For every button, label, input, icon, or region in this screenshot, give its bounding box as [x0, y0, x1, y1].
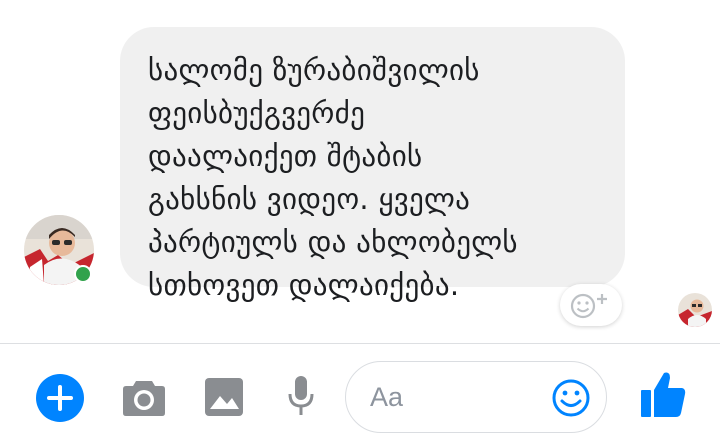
- message-input[interactable]: Aa: [345, 361, 607, 433]
- input-placeholder: Aa: [370, 382, 404, 412]
- message-bubble[interactable]: სალომე ზურაბიშვილის ფეისბუქგვერძე დაალაი…: [120, 27, 625, 302]
- image-icon: [205, 378, 243, 416]
- gallery-button[interactable]: [204, 377, 244, 417]
- add-reaction-icon: [570, 293, 607, 319]
- plus-circle-icon: [36, 374, 84, 422]
- thumbs-up-icon: [641, 372, 686, 417]
- microphone-icon: [288, 376, 314, 415]
- add-reaction-button[interactable]: [560, 284, 622, 326]
- message-composer: Aa: [0, 344, 720, 447]
- online-status-indicator: [74, 265, 92, 283]
- smiley-icon: [552, 379, 590, 417]
- add-button[interactable]: [36, 374, 84, 422]
- seen-receipt-avatar: [678, 293, 712, 327]
- conversation-area: სალომე ზურაბიშვილის ფეისბუქგვერძე დაალაი…: [0, 0, 720, 343]
- voice-button[interactable]: [288, 375, 314, 417]
- emoji-button[interactable]: [551, 378, 591, 418]
- camera-icon: [123, 381, 165, 416]
- like-button[interactable]: [640, 370, 686, 418]
- camera-button[interactable]: [122, 377, 166, 417]
- message-text: სალომე ზურაბიშვილის ფეისბუქგვერძე დაალაი…: [148, 53, 518, 302]
